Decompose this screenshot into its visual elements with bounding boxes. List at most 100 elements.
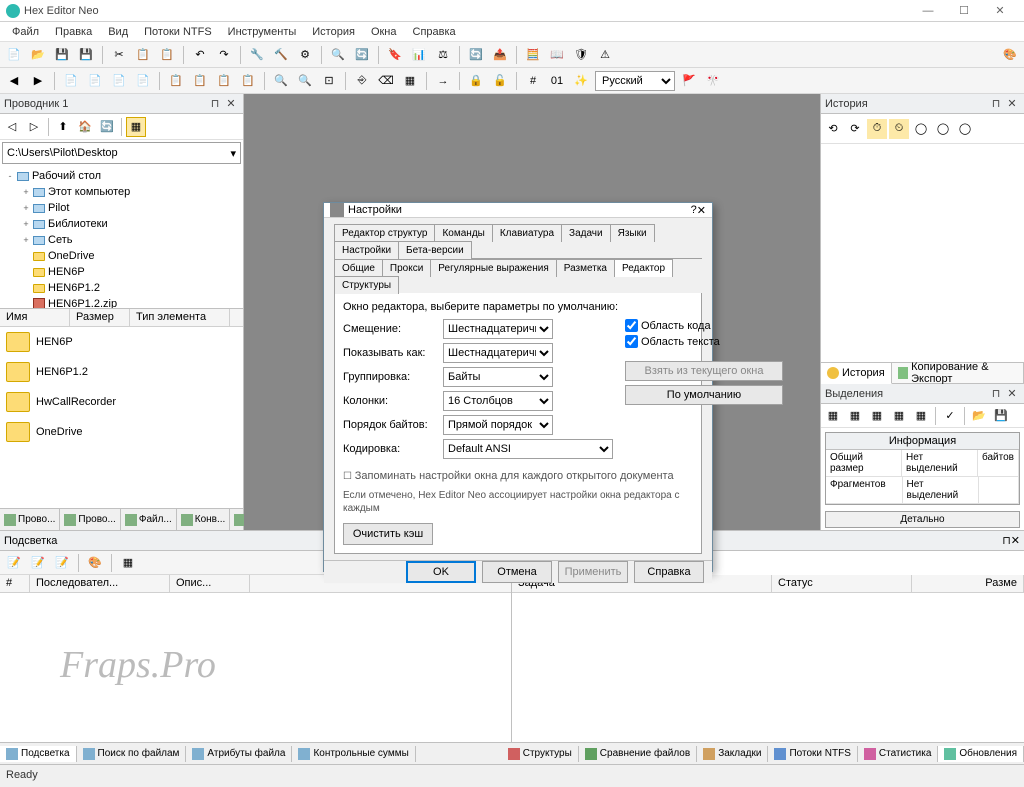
close-panel-icon[interactable]: ✕ xyxy=(1004,96,1020,112)
sel1-icon[interactable]: ▦ xyxy=(823,406,843,426)
tree-node[interactable]: +Библиотеки xyxy=(0,216,243,232)
tree-node[interactable]: HEN6P1.2 xyxy=(0,280,243,296)
shield-icon[interactable]: 🛡 xyxy=(571,45,591,65)
bottom-tab[interactable]: Обновления xyxy=(938,746,1024,762)
bottom-tab[interactable]: Статистика xyxy=(858,746,939,762)
back-icon[interactable]: ◀ xyxy=(4,71,24,91)
home-icon[interactable]: 🏠 xyxy=(75,117,95,137)
dialog-tab[interactable]: Настройки xyxy=(334,241,399,259)
minimize-button[interactable]: — xyxy=(910,1,946,21)
tab-history[interactable]: История xyxy=(821,363,892,384)
cut-icon[interactable]: ✂ xyxy=(109,45,129,65)
fit-icon[interactable]: ⊡ xyxy=(319,71,339,91)
bottom-tab[interactable]: Потоки NTFS xyxy=(768,746,857,762)
language-select[interactable]: Русский xyxy=(595,71,675,91)
del-icon[interactable]: ⌫ xyxy=(376,71,396,91)
file-list-body[interactable]: HEN6PHEN6P1.2HwCallRecorderOneDrive xyxy=(0,327,243,508)
hl1-icon[interactable]: 📝 xyxy=(4,553,24,573)
maximize-button[interactable]: ☐ xyxy=(946,1,982,21)
unlock-icon[interactable]: 🔓 xyxy=(490,71,510,91)
hist7-icon[interactable]: ◯ xyxy=(955,119,975,139)
code-area-checkbox[interactable]: Область кода xyxy=(625,319,775,332)
flag2-icon[interactable]: 🎌 xyxy=(703,71,723,91)
task-list[interactable] xyxy=(512,593,1024,742)
tree-node[interactable]: +Pilot xyxy=(0,200,243,216)
hist3-icon[interactable]: ⏱ xyxy=(867,119,887,139)
close-button[interactable]: ✕ xyxy=(982,1,1018,21)
tree-node[interactable]: OneDrive xyxy=(0,248,243,264)
right-tool-icon[interactable]: 🎨 xyxy=(1000,45,1020,65)
highlight-list[interactable]: Fraps.Pro xyxy=(0,593,511,742)
hist4-icon[interactable]: ⏲ xyxy=(889,119,909,139)
bottom-tab[interactable]: Закладки xyxy=(697,746,768,762)
book-icon[interactable]: 📖 xyxy=(547,45,567,65)
flag1-icon[interactable]: 🚩 xyxy=(679,71,699,91)
file-item[interactable]: HEN6P xyxy=(0,327,243,357)
bin-icon[interactable]: 01 xyxy=(547,71,567,91)
hist6-icon[interactable]: ◯ xyxy=(933,119,953,139)
list4-icon[interactable]: 📋 xyxy=(238,71,258,91)
undo-icon[interactable]: ↶ xyxy=(190,45,210,65)
zoomin-icon[interactable]: 🔍 xyxy=(271,71,291,91)
hist2-icon[interactable]: ⟳ xyxy=(845,119,865,139)
list3-icon[interactable]: 📋 xyxy=(214,71,234,91)
doc3-icon[interactable]: 📄 xyxy=(109,71,129,91)
tree-node[interactable]: +Сеть xyxy=(0,232,243,248)
warn-icon[interactable]: ⚠ xyxy=(595,45,615,65)
nav-back-icon[interactable]: ◁ xyxy=(2,117,22,137)
magic-icon[interactable]: ✨ xyxy=(571,71,591,91)
help-button[interactable]: Справка xyxy=(634,561,704,583)
menu-Правка[interactable]: Правка xyxy=(47,24,100,40)
list2-icon[interactable]: 📋 xyxy=(190,71,210,91)
close-panel-icon[interactable]: ✕ xyxy=(1011,534,1020,547)
struct-icon[interactable]: 📊 xyxy=(409,45,429,65)
dialog-tab[interactable]: Прокси xyxy=(382,259,431,277)
bottom-tab[interactable]: Сравнение файлов xyxy=(579,746,697,762)
menu-Вид[interactable]: Вид xyxy=(100,24,136,40)
doc2-icon[interactable]: 📄 xyxy=(85,71,105,91)
paste-icon[interactable]: 📋 xyxy=(157,45,177,65)
bottom-tab[interactable]: Контрольные суммы xyxy=(292,746,415,762)
cancel-button[interactable]: Отмена xyxy=(482,561,552,583)
folder-tree[interactable]: -Рабочий стол+Этот компьютер+Pilot+Библи… xyxy=(0,166,243,308)
tree-node[interactable]: HEN6P xyxy=(0,264,243,280)
menu-Потоки NTFS[interactable]: Потоки NTFS xyxy=(136,24,220,40)
dialog-tab[interactable]: Языки xyxy=(610,224,655,242)
tab-copyexport[interactable]: Копирование & Экспорт xyxy=(892,363,1024,383)
ok-button[interactable]: OK xyxy=(406,561,476,583)
default-button[interactable]: По умолчанию xyxy=(625,385,783,405)
view-icon[interactable]: ▦ xyxy=(126,117,146,137)
fwd-icon[interactable]: ▶ xyxy=(28,71,48,91)
file-col-header[interactable]: Тип элемента xyxy=(130,309,230,326)
detail-button[interactable]: Детально xyxy=(825,511,1020,528)
list1-icon[interactable]: 📋 xyxy=(166,71,186,91)
new-icon[interactable]: 📄 xyxy=(4,45,24,65)
file-item[interactable]: HwCallRecorder xyxy=(0,387,243,417)
path-input[interactable]: C:\Users\Pilot\Desktop▾ xyxy=(2,142,241,164)
hex-icon[interactable]: # xyxy=(523,71,543,91)
bottom-tab[interactable]: Атрибуты файла xyxy=(186,746,292,762)
saveas-icon[interactable]: 💾 xyxy=(76,45,96,65)
display-select[interactable]: Шестнадцатеричн xyxy=(443,343,553,363)
selsave-icon[interactable]: 💾 xyxy=(991,406,1011,426)
doc4-icon[interactable]: 📄 xyxy=(133,71,153,91)
tool2-icon[interactable]: 🔨 xyxy=(271,45,291,65)
take-from-window-button[interactable]: Взять из текущего окна xyxy=(625,361,783,381)
open-icon[interactable]: 📂 xyxy=(28,45,48,65)
pin-icon[interactable]: ⊓ xyxy=(988,96,1004,112)
ins-icon[interactable]: ⎆ xyxy=(352,71,372,91)
zoomout-icon[interactable]: 🔍 xyxy=(295,71,315,91)
dialog-tab[interactable]: Редактор структур xyxy=(334,224,435,242)
menu-Справка[interactable]: Справка xyxy=(405,24,464,40)
text-area-checkbox[interactable]: Область текста xyxy=(625,335,775,348)
bottom-tab[interactable]: Подсветка xyxy=(0,746,77,762)
refresh-icon[interactable]: 🔄 xyxy=(466,45,486,65)
refresh2-icon[interactable]: 🔄 xyxy=(97,117,117,137)
bottom-tab[interactable]: Поиск по файлам xyxy=(77,746,187,762)
cols-select[interactable]: 16 Столбцов xyxy=(443,391,553,411)
file-item[interactable]: HEN6P1.2 xyxy=(0,357,243,387)
nav-fwd-icon[interactable]: ▷ xyxy=(24,117,44,137)
byteorder-select[interactable]: Прямой порядок xyxy=(443,415,553,435)
lock-icon[interactable]: 🔒 xyxy=(466,71,486,91)
dialog-tab[interactable]: Редактор xyxy=(614,259,673,277)
